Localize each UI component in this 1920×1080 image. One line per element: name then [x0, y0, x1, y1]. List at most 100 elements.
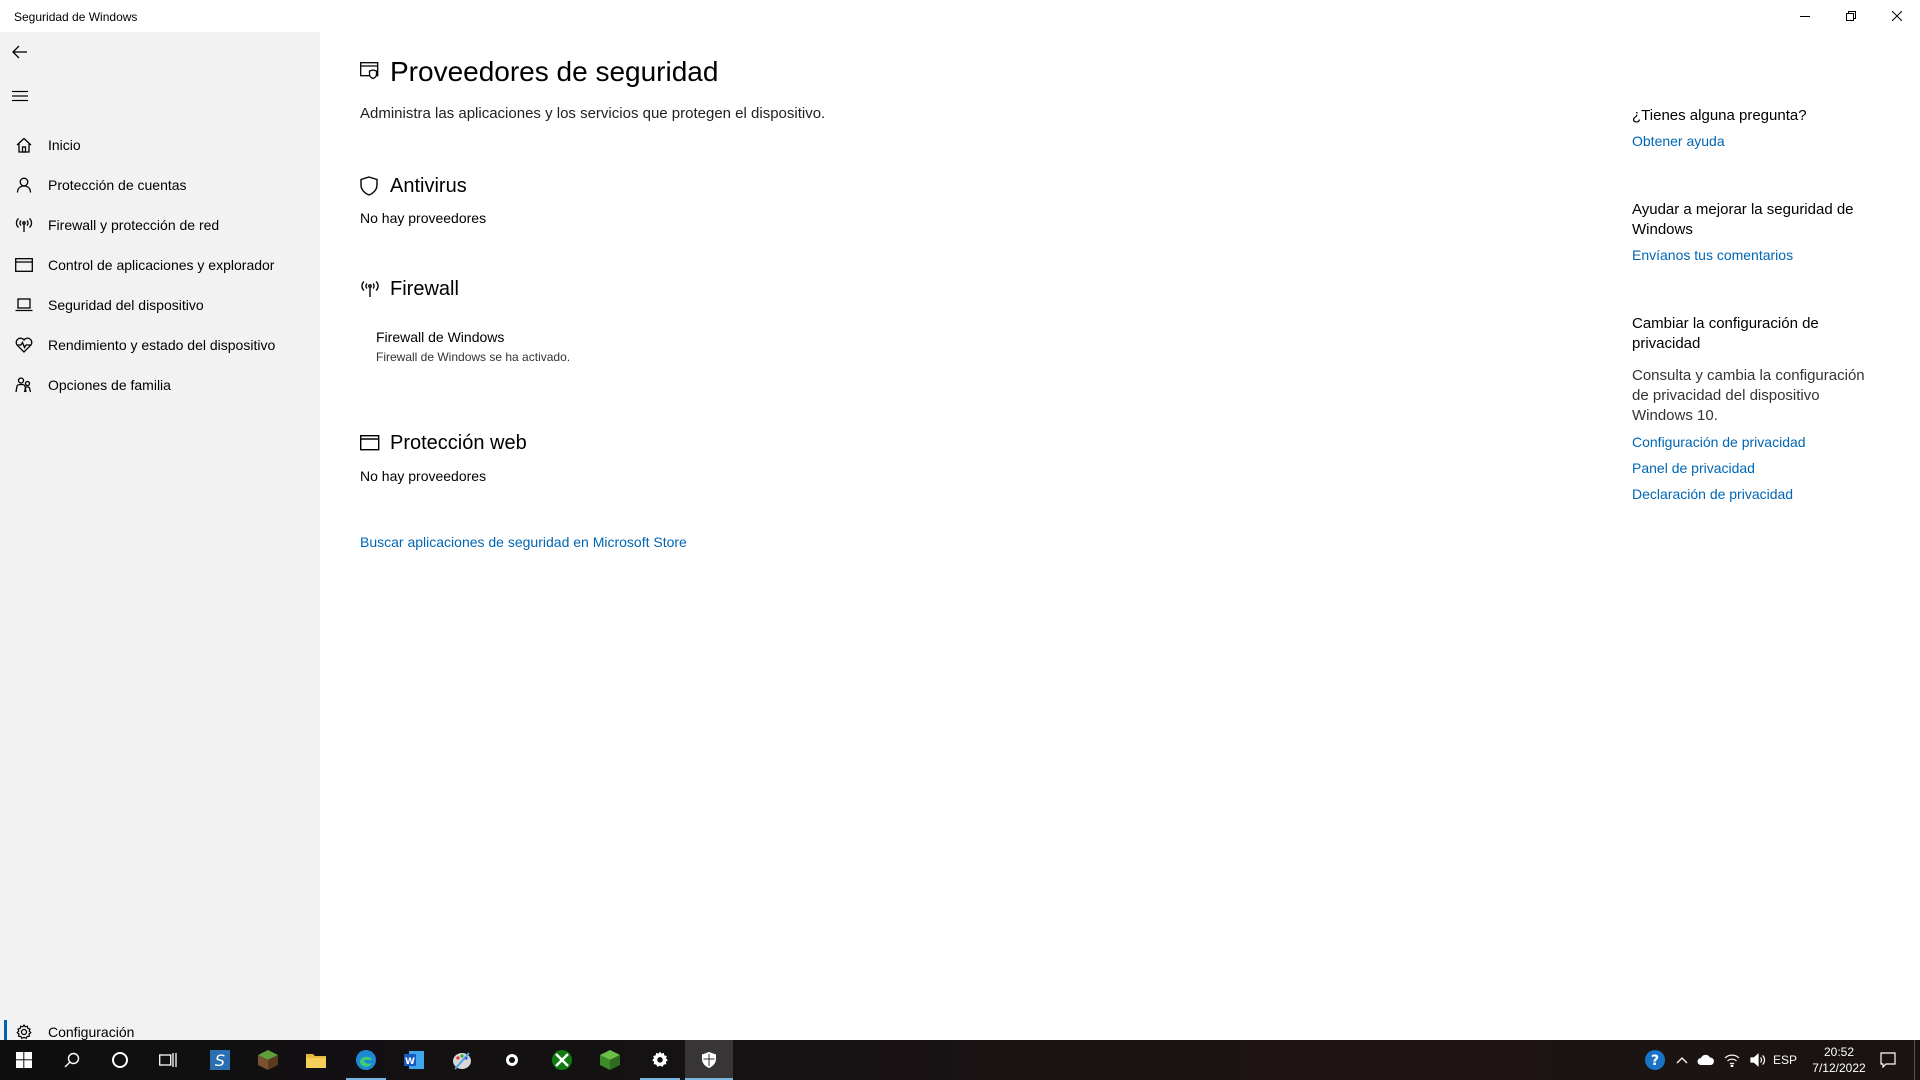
sidebar-item-label: Firewall y protección de red [48, 217, 220, 233]
tray-network[interactable] [1720, 1040, 1744, 1080]
antivirus-status: No hay proveedores [360, 210, 487, 226]
taskbar-app-steam[interactable] [488, 1040, 536, 1080]
tray-help[interactable]: ? [1640, 1040, 1670, 1080]
web-protection-heading: Protección web [390, 432, 527, 454]
sidebar-item-label: Seguridad del dispositivo [48, 297, 204, 313]
sidebar-item-label: Protección de cuentas [48, 177, 187, 193]
tray-overflow-button[interactable] [1672, 1040, 1692, 1080]
feedback-link[interactable]: Envíanos tus comentarios [1632, 247, 1793, 263]
svg-text:?: ? [1651, 1053, 1659, 1069]
antenna-icon [0, 217, 48, 233]
sidebar-item-app-browser-control[interactable]: Control de aplicaciones y explorador [0, 245, 320, 285]
improve-heading: Ayudar a mejorar la seguridad de Windows [1632, 201, 1854, 238]
taskbar-minecraft[interactable] [586, 1040, 634, 1080]
back-arrow-icon [12, 45, 27, 59]
minimize-icon [1800, 16, 1810, 17]
taskbar: S W ? ESP 20:52 7/12/2022 [0, 1040, 1920, 1080]
taskbar-windows-security[interactable] [685, 1040, 733, 1080]
sidebar-item-account-protection[interactable]: Protección de cuentas [0, 165, 320, 205]
gear-icon [652, 1051, 668, 1067]
sidebar-item-device-security[interactable]: Seguridad del dispositivo [0, 285, 320, 325]
firewall-provider-name[interactable]: Firewall de Windows [376, 329, 504, 345]
app-s-icon: S [210, 1050, 230, 1070]
sidebar-item-label: Inicio [48, 137, 81, 153]
start-button[interactable] [0, 1040, 48, 1080]
sidebar-item-device-performance[interactable]: Rendimiento y estado del dispositivo [0, 325, 320, 365]
question-heading: ¿Tienes alguna pregunta? [1632, 107, 1807, 124]
cortana-circle-icon [112, 1052, 128, 1068]
task-view-icon [159, 1053, 177, 1067]
taskbar-word[interactable]: W [390, 1040, 438, 1080]
heart-pulse-icon [0, 337, 48, 353]
clock-time: 20:52 [1823, 1045, 1855, 1059]
privacy-description: Consulta y cambia la configuración de pr… [1632, 367, 1865, 424]
sidebar-item-inicio[interactable]: Inicio [0, 125, 320, 165]
browser-window-icon [359, 434, 380, 456]
sidebar-item-label: Opciones de familia [48, 377, 171, 393]
get-help-link[interactable]: Obtener ayuda [1632, 133, 1725, 149]
person-icon [0, 177, 48, 193]
svg-text:W: W [405, 1057, 415, 1067]
main-content: Proveedores de seguridad Administra las … [320, 32, 1920, 1040]
taskbar-settings[interactable] [636, 1040, 684, 1080]
window-title: Seguridad de Windows [14, 10, 138, 24]
close-button[interactable] [1874, 0, 1920, 32]
task-view-button[interactable] [144, 1040, 192, 1080]
restore-icon [1846, 11, 1856, 21]
steam-icon [506, 1054, 518, 1066]
tray-onedrive[interactable] [1694, 1040, 1718, 1080]
home-icon [0, 137, 48, 153]
page-title: Proveedores de seguridad [390, 56, 719, 87]
shield-icon [702, 1052, 716, 1068]
privacy-dashboard-link[interactable]: Panel de privacidad [1632, 460, 1755, 476]
sidebar-item-label: Rendimiento y estado del dispositivo [48, 337, 276, 353]
cloud-icon [1697, 1054, 1714, 1065]
menu-button[interactable] [8, 84, 32, 108]
settings-label: Configuración [48, 1024, 135, 1040]
minimize-button[interactable] [1782, 0, 1828, 32]
laptop-icon [0, 298, 48, 312]
cortana-button[interactable] [96, 1040, 144, 1080]
privacy-statement-link[interactable]: Declaración de privacidad [1632, 486, 1793, 502]
tray-volume[interactable] [1746, 1040, 1770, 1080]
taskbar-file-explorer[interactable] [292, 1040, 340, 1080]
restore-button[interactable] [1828, 0, 1874, 32]
antivirus-heading: Antivirus [390, 175, 467, 197]
security-providers-icon [360, 62, 380, 85]
sidebar: Inicio Protección de cuentas Firewall y … [0, 32, 320, 1044]
clock[interactable]: 20:52 7/12/2022 [1804, 1044, 1874, 1076]
notification-icon [1880, 1052, 1896, 1068]
back-button[interactable] [8, 40, 32, 64]
speaker-icon [1750, 1053, 1766, 1067]
browser-window-icon [0, 258, 48, 272]
microsoft-store-link[interactable]: Buscar aplicaciones de seguridad en Micr… [360, 534, 687, 550]
action-center-button[interactable] [1872, 1040, 1904, 1080]
xbox-icon [552, 1050, 572, 1070]
taskbar-app-2[interactable] [244, 1040, 292, 1080]
folder-icon [306, 1054, 326, 1068]
privacy-heading: Cambiar la configuración de privacidad [1632, 315, 1819, 352]
title-bar: Seguridad de Windows [0, 0, 1920, 32]
grass-block-icon [258, 1050, 278, 1070]
taskbar-paint[interactable] [438, 1040, 486, 1080]
tray-language[interactable]: ESP [1772, 1040, 1798, 1080]
page-subtitle: Administra las aplicaciones y los servic… [360, 105, 826, 122]
close-icon [1892, 11, 1902, 21]
clock-date: 7/12/2022 [1812, 1061, 1866, 1075]
taskbar-app-1[interactable]: S [196, 1040, 244, 1080]
taskbar-xbox[interactable] [538, 1040, 586, 1080]
firewall-heading: Firewall [390, 278, 459, 300]
search-icon [64, 1052, 80, 1068]
windows-logo-icon [16, 1052, 32, 1068]
search-button[interactable] [48, 1040, 96, 1080]
firewall-provider-status: Firewall de Windows se ha activado. [376, 350, 571, 364]
sidebar-item-family-options[interactable]: Opciones de familia [0, 365, 320, 405]
show-desktop-button[interactable] [1914, 1040, 1920, 1080]
sidebar-item-firewall[interactable]: Firewall y protección de red [0, 205, 320, 245]
hamburger-icon [12, 90, 28, 102]
word-icon: W [404, 1051, 424, 1069]
taskbar-edge[interactable] [342, 1040, 390, 1080]
palette-icon [453, 1052, 471, 1070]
privacy-settings-link[interactable]: Configuración de privacidad [1632, 434, 1806, 450]
svg-text:S: S [215, 1051, 225, 1070]
